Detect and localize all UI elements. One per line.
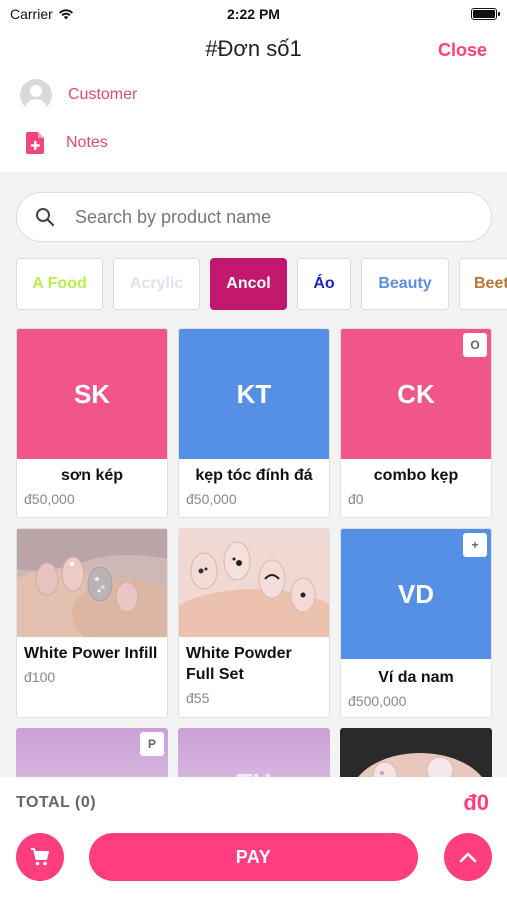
product-card[interactable]: P — [16, 728, 168, 777]
battery-icon — [471, 8, 500, 20]
chevron-up-icon — [459, 852, 477, 863]
total-value: đ0 — [463, 790, 489, 815]
order-title: #Đơn số1 — [205, 36, 302, 61]
product-badge: O — [463, 333, 487, 357]
product-initials: CK — [397, 378, 435, 409]
product-thumbnail: P — [16, 728, 168, 777]
search-icon — [36, 208, 55, 227]
product-photo — [179, 529, 329, 637]
product-name: White Power Infill — [24, 645, 158, 662]
product-thumbnail: SK — [17, 329, 167, 459]
product-area: A Food Acrylic Ancol Áo Beauty Beet SK s… — [0, 172, 507, 777]
checkout-bar: TOTAL (0) đ0 PAY — [0, 777, 507, 890]
category-chip-label: Ancol — [226, 275, 271, 292]
category-chip-ao[interactable]: Áo — [297, 258, 351, 310]
category-chip-label: Áo — [313, 275, 335, 292]
product-card[interactable]: White Power Infill đ100 — [16, 528, 168, 718]
product-name: Ví da nam — [378, 669, 454, 686]
category-chip-ancol[interactable]: Ancol — [210, 258, 287, 310]
category-chip-beet[interactable]: Beet — [459, 258, 507, 310]
notes-row[interactable]: Notes — [0, 123, 507, 163]
cart-button[interactable] — [16, 833, 64, 881]
nail-photo-image — [179, 529, 329, 637]
product-badge: + — [463, 533, 487, 557]
nail-photo-image — [340, 728, 492, 777]
nail-photo-image — [17, 529, 167, 637]
notes-label: Notes — [66, 134, 108, 151]
product-card[interactable]: CK O combo kẹp đ0 — [340, 328, 492, 518]
total-label: TOTAL (0) — [16, 794, 97, 811]
cart-icon — [31, 848, 49, 866]
customer-label: Customer — [68, 86, 138, 103]
customer-row[interactable]: Customer — [0, 75, 507, 115]
product-price: đ100 — [24, 669, 56, 685]
category-chip-label: A Food — [32, 275, 87, 292]
category-chip-beauty[interactable]: Beauty — [361, 258, 449, 310]
product-card[interactable]: SK sơn kép đ50,000 — [16, 328, 168, 518]
product-price: đ55 — [186, 690, 210, 706]
product-price: đ50,000 — [24, 491, 75, 507]
product-card[interactable]: VD + Ví da nam đ500,000 — [340, 528, 492, 718]
product-initials: KT — [236, 378, 272, 409]
add-note-icon — [26, 132, 44, 154]
avatar — [20, 79, 52, 111]
category-chip-label: Beet — [474, 275, 507, 292]
header: #Đơn số1 Close — [0, 28, 507, 72]
product-card[interactable]: White Powder Full Set đ55 — [178, 528, 330, 718]
product-photo — [17, 529, 167, 637]
product-thumbnail: CK O — [341, 329, 491, 459]
expand-button[interactable] — [444, 833, 492, 881]
product-thumbnail: VD + — [341, 529, 491, 659]
product-initials: VD — [397, 578, 435, 609]
product-name: combo kẹp — [373, 467, 459, 484]
search-input[interactable] — [75, 206, 455, 228]
product-name: sơn kép — [60, 467, 124, 484]
product-photo — [340, 728, 492, 777]
product-price: đ50,000 — [186, 491, 237, 507]
category-chip-acrylic[interactable]: Acrylic — [113, 258, 200, 310]
product-initials: SK — [73, 378, 111, 409]
product-price: đ0 — [348, 491, 364, 507]
product-badge: P — [140, 732, 164, 756]
product-initials: TH — [237, 768, 272, 777]
product-name: White Powder Full Set — [186, 645, 292, 683]
category-chip-label: Acrylic — [129, 275, 184, 292]
category-chips: A Food Acrylic Ancol Áo Beauty Beet — [16, 258, 507, 310]
product-thumbnail: TH — [178, 728, 330, 777]
product-card[interactable] — [340, 728, 492, 777]
product-price: đ500,000 — [348, 693, 407, 709]
product-card[interactable]: KT kẹp tóc đính đá đ50,000 — [178, 328, 330, 518]
search-bar[interactable] — [16, 192, 492, 242]
product-name: kẹp tóc đính đá — [195, 467, 313, 484]
pay-button[interactable]: PAY — [89, 833, 418, 881]
status-bar: Carrier 2:22 PM — [0, 0, 507, 28]
category-chip-a-food[interactable]: A Food — [16, 258, 103, 310]
category-chip-label: Beauty — [378, 275, 432, 292]
clock: 2:22 PM — [227, 6, 280, 22]
product-thumbnail: KT — [179, 329, 329, 459]
close-button[interactable]: Close — [438, 40, 487, 61]
product-card[interactable]: TH — [178, 728, 330, 777]
